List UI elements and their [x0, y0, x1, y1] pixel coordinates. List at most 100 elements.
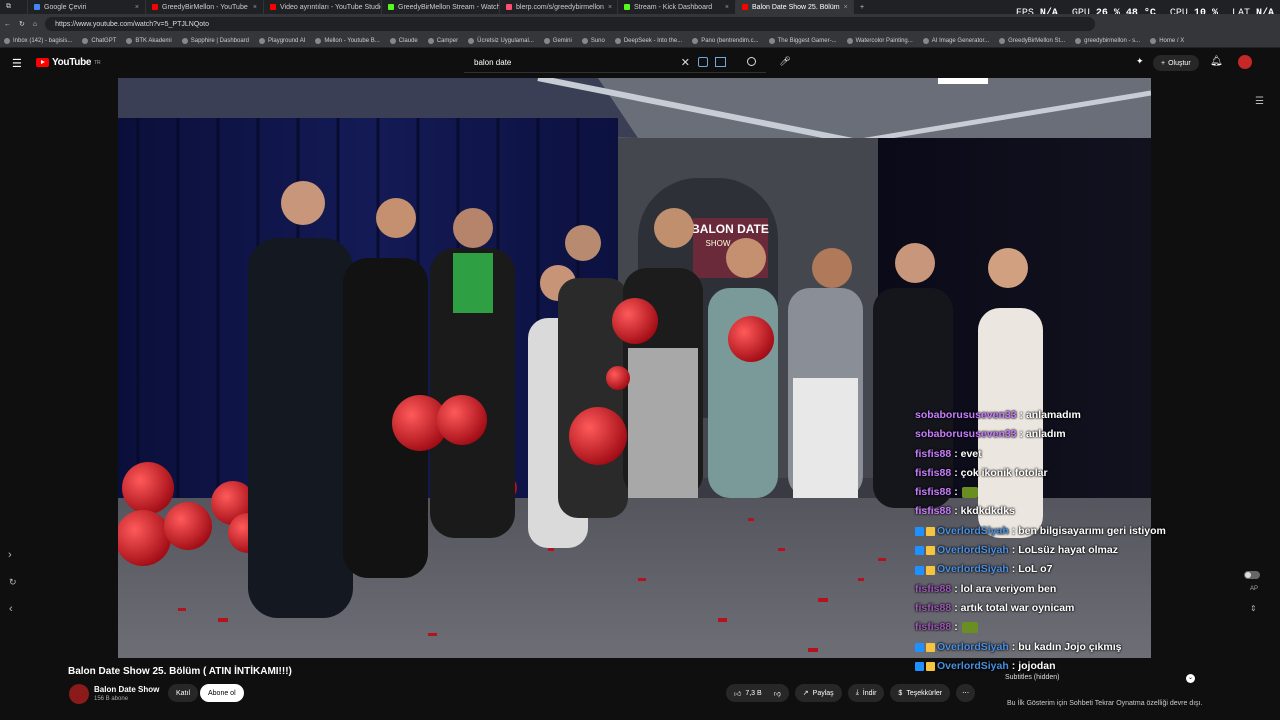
browser-tab[interactable]: Balon Date Show 25. Bölüm ×	[736, 0, 854, 14]
channel-name[interactable]: Balon Date Show	[94, 685, 159, 694]
home-icon[interactable]: ⌂	[33, 21, 37, 28]
bookmark-item[interactable]: Gemini	[543, 37, 572, 44]
browser-tab[interactable]: Stream - Kick Dashboard ×	[618, 0, 736, 14]
url-text: https://www.youtube.com/watch?v=5_PTJLNQ…	[55, 20, 209, 28]
keyboard-icon[interactable]	[715, 57, 726, 67]
bookmark-favicon-icon	[427, 37, 434, 44]
chat-toggle-switch[interactable]	[1244, 571, 1260, 581]
download-button[interactable]: ⤓ İndir	[847, 684, 885, 702]
reload-icon[interactable]: ↻	[19, 20, 25, 28]
bookmark-item[interactable]: Mellon - Youtube B...	[315, 37, 380, 44]
chat-username[interactable]: fisfis88	[915, 502, 951, 521]
bookmark-item[interactable]: Ücretsiz Uygulamal...	[468, 37, 534, 44]
create-button[interactable]: + Oluştur	[1153, 55, 1199, 71]
thanks-button[interactable]: $ Teşekkürler	[890, 684, 951, 702]
like-button[interactable]: 👍︎ 7,3 B 👎︎	[726, 684, 789, 702]
clear-search-icon[interactable]: ✕	[681, 56, 690, 69]
bookmark-item[interactable]: greedybirmellon - s...	[1075, 37, 1140, 44]
cast-icon[interactable]: ✦	[1136, 56, 1144, 67]
plus-icon: +	[1161, 59, 1166, 67]
sort-arrows-icon[interactable]: ⇕	[1250, 604, 1257, 613]
bookmark-item[interactable]: Home / X	[1150, 37, 1184, 44]
bookmark-item[interactable]: DeepSeek - Into the...	[614, 37, 682, 44]
bookmark-item[interactable]: Claude	[389, 37, 418, 44]
chat-username[interactable]: OverlordSiyah	[937, 522, 1009, 541]
chat-username[interactable]: sobaborususeven33	[915, 425, 1017, 444]
chat-text: : LoL o7	[1011, 563, 1053, 576]
bookmark-label: Claude	[398, 37, 418, 44]
close-tab-icon[interactable]: ×	[725, 4, 729, 11]
bookmark-favicon-icon	[1150, 37, 1157, 44]
chat-username[interactable]: OverlordSiyah	[937, 560, 1009, 579]
browser-tab[interactable]: Google Çeviri ×	[28, 0, 146, 14]
collapse-arrow-icon[interactable]: ‹	[9, 603, 13, 615]
tab-favicon-icon	[624, 4, 630, 10]
browser-tab[interactable]: blerp.com/s/greedybirmellon ×	[500, 0, 618, 14]
back-icon[interactable]: ←	[4, 21, 11, 28]
url-field[interactable]: https://www.youtube.com/watch?v=5_PTJLNQ…	[45, 17, 1096, 31]
bookmark-label: Playground AI	[268, 37, 306, 44]
browser-tab[interactable]: GreedyBirMellon - YouTube ×	[146, 0, 264, 14]
search-icon[interactable]	[747, 57, 756, 66]
menu-icon[interactable]: ☰	[12, 57, 22, 70]
more-actions-icon[interactable]: ⋯	[956, 684, 976, 702]
bookmark-item[interactable]: Pano (bentrendim.c...	[692, 37, 759, 44]
bookmark-label: Gemini	[552, 37, 572, 44]
bookmark-favicon-icon	[543, 37, 550, 44]
bookmark-item[interactable]: The Biggest Gamer-...	[768, 37, 837, 44]
bookmark-item[interactable]: Sapphire | Dashboard	[181, 37, 249, 44]
bookmark-item[interactable]: BTK Akademi	[126, 37, 172, 44]
chat-message: OverlordSiyah: LoL o7	[915, 560, 1215, 579]
bookmark-item[interactable]: Playground AI	[259, 37, 306, 44]
bookmark-item[interactable]: Inbox (142) - bagisis...	[4, 37, 72, 44]
chat-username[interactable]: OverlordSiyah	[937, 541, 1009, 560]
bookmark-item[interactable]: Suno	[581, 37, 605, 44]
account-avatar[interactable]	[1238, 55, 1252, 69]
gift-badge-icon	[926, 662, 935, 671]
bookmark-item[interactable]: Watercolor Painting...	[846, 37, 913, 44]
new-tab-button[interactable]: +	[854, 4, 870, 11]
chat-text: : LoLsüz hayat olmaz	[1011, 544, 1118, 557]
subscribe-button[interactable]: Abone ol	[200, 684, 244, 702]
close-tab-icon[interactable]: ×	[253, 4, 257, 11]
chat-username[interactable]: fisfis88	[915, 445, 951, 464]
bookmark-item[interactable]: GreedyBirMellon St...	[999, 37, 1066, 44]
chat-username[interactable]: fisfis88	[915, 483, 951, 502]
notifications-icon[interactable]: 🔔︎	[1210, 56, 1223, 67]
chat-username[interactable]: sobaborususeven33	[915, 406, 1017, 425]
search-input[interactable]: balon date	[474, 58, 511, 67]
chat-username[interactable]: fisfis88	[915, 580, 951, 599]
window-menu-icon[interactable]: ⧉	[0, 0, 28, 14]
bookmark-item[interactable]: ChatGPT	[82, 37, 116, 44]
share-button[interactable]: ↗ Paylaş	[794, 684, 842, 702]
chat-message: fisfis88: evet	[915, 445, 1215, 464]
thumbs-down-icon[interactable]: 👎︎	[774, 689, 781, 698]
chat-username[interactable]: fisfis88	[915, 464, 951, 483]
close-tab-icon[interactable]: ×	[608, 4, 612, 11]
channel-avatar[interactable]	[69, 684, 89, 704]
chat-username[interactable]: OverlordSiyah	[937, 657, 1009, 676]
chat-username[interactable]: fisfis88	[915, 599, 951, 618]
chat-username[interactable]: OverlordSiyah	[937, 638, 1009, 657]
close-tab-icon[interactable]: ×	[844, 4, 848, 11]
subscriber-badge-icon	[915, 662, 924, 671]
bookmark-item[interactable]: Camper	[427, 37, 458, 44]
expand-arrow-icon[interactable]: ›	[8, 549, 12, 561]
join-button[interactable]: Katıl	[168, 684, 199, 702]
chat-menu-icon[interactable]: ☰	[1255, 96, 1264, 107]
subtitles-chevron-icon[interactable]: ⌄	[1186, 674, 1195, 683]
youtube-logo[interactable]: YouTube TR	[36, 57, 101, 68]
chat-text: : bu kadın Jojo çıkmış	[1011, 640, 1122, 653]
chat-text: : artık total war oynicam	[954, 601, 1075, 614]
browser-tab[interactable]: Video ayrıntıları - YouTube Studio×	[264, 0, 382, 14]
search-box[interactable]: balon date ✕	[464, 53, 766, 73]
browser-tab[interactable]: GreedyBirMellon Stream - Watch×	[382, 0, 500, 14]
bookmark-label: GreedyBirMellon St...	[1008, 37, 1066, 44]
refresh-icon[interactable]: ↻	[9, 577, 17, 588]
close-tab-icon[interactable]: ×	[135, 4, 139, 11]
bookmark-item[interactable]: AI Image Generator...	[922, 37, 989, 44]
microphone-icon[interactable]: 🎤︎	[778, 56, 792, 70]
tab-strip: Google Çeviri × GreedyBirMellon - YouTube ×…	[28, 0, 854, 14]
translate-icon[interactable]	[698, 57, 708, 67]
chat-username[interactable]: fisfis88	[915, 618, 951, 637]
